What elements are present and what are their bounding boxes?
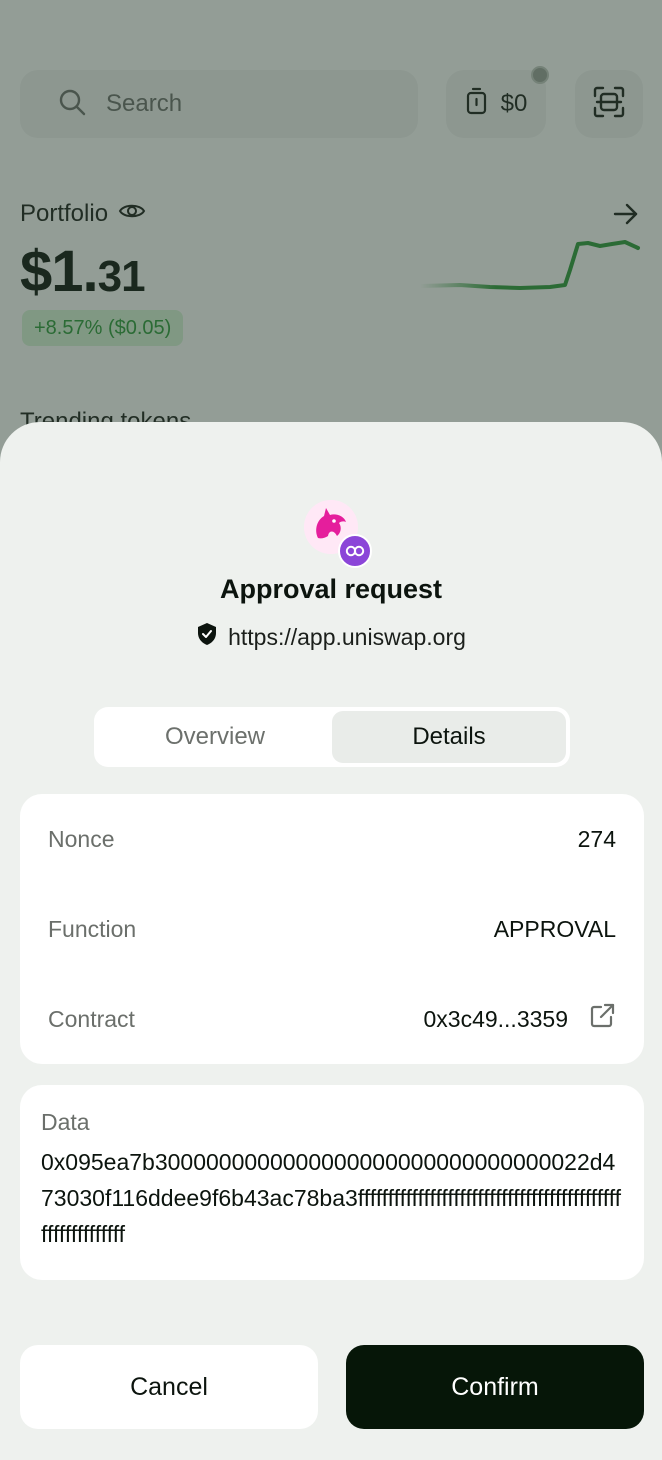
detail-row-contract: Contract 0x3c49...3359 <box>20 989 644 1049</box>
confirm-button[interactable]: Confirm <box>346 1345 644 1429</box>
external-link-icon[interactable] <box>588 1002 616 1036</box>
chain-link-icon <box>345 545 365 557</box>
details-card: Nonce 274 Function APPROVAL Contract 0x3… <box>20 794 644 1064</box>
tab-overview[interactable]: Overview <box>98 711 332 763</box>
tab-details[interactable]: Details <box>332 711 566 763</box>
data-card: Data 0x095ea7b30000000000000000000000000… <box>20 1085 644 1280</box>
contract-label: Contract <box>48 1005 135 1032</box>
nonce-value: 274 <box>577 825 616 852</box>
function-value: APPROVAL <box>493 915 616 942</box>
site-url[interactable]: https://app.uniswap.org <box>228 624 466 651</box>
cancel-button[interactable]: Cancel <box>20 1345 318 1429</box>
tab-switcher: Overview Details <box>94 707 570 767</box>
function-label: Function <box>48 915 137 942</box>
detail-row-nonce: Nonce 274 <box>20 809 644 869</box>
polygon-chain-badge <box>338 534 372 568</box>
nonce-label: Nonce <box>48 825 115 852</box>
contract-value-group: 0x3c49...3359 <box>423 1002 616 1036</box>
data-label: Data <box>41 1109 90 1135</box>
data-value: 0x095ea7b3000000000000000000000000000000… <box>41 1149 622 1247</box>
detail-row-function: Function APPROVAL <box>20 899 644 959</box>
sheet-title: Approval request <box>219 574 443 604</box>
contract-address[interactable]: 0x3c49...3359 <box>423 1006 568 1033</box>
site-url-row: https://app.uniswap.org <box>0 622 662 652</box>
verified-shield-icon <box>196 622 218 652</box>
